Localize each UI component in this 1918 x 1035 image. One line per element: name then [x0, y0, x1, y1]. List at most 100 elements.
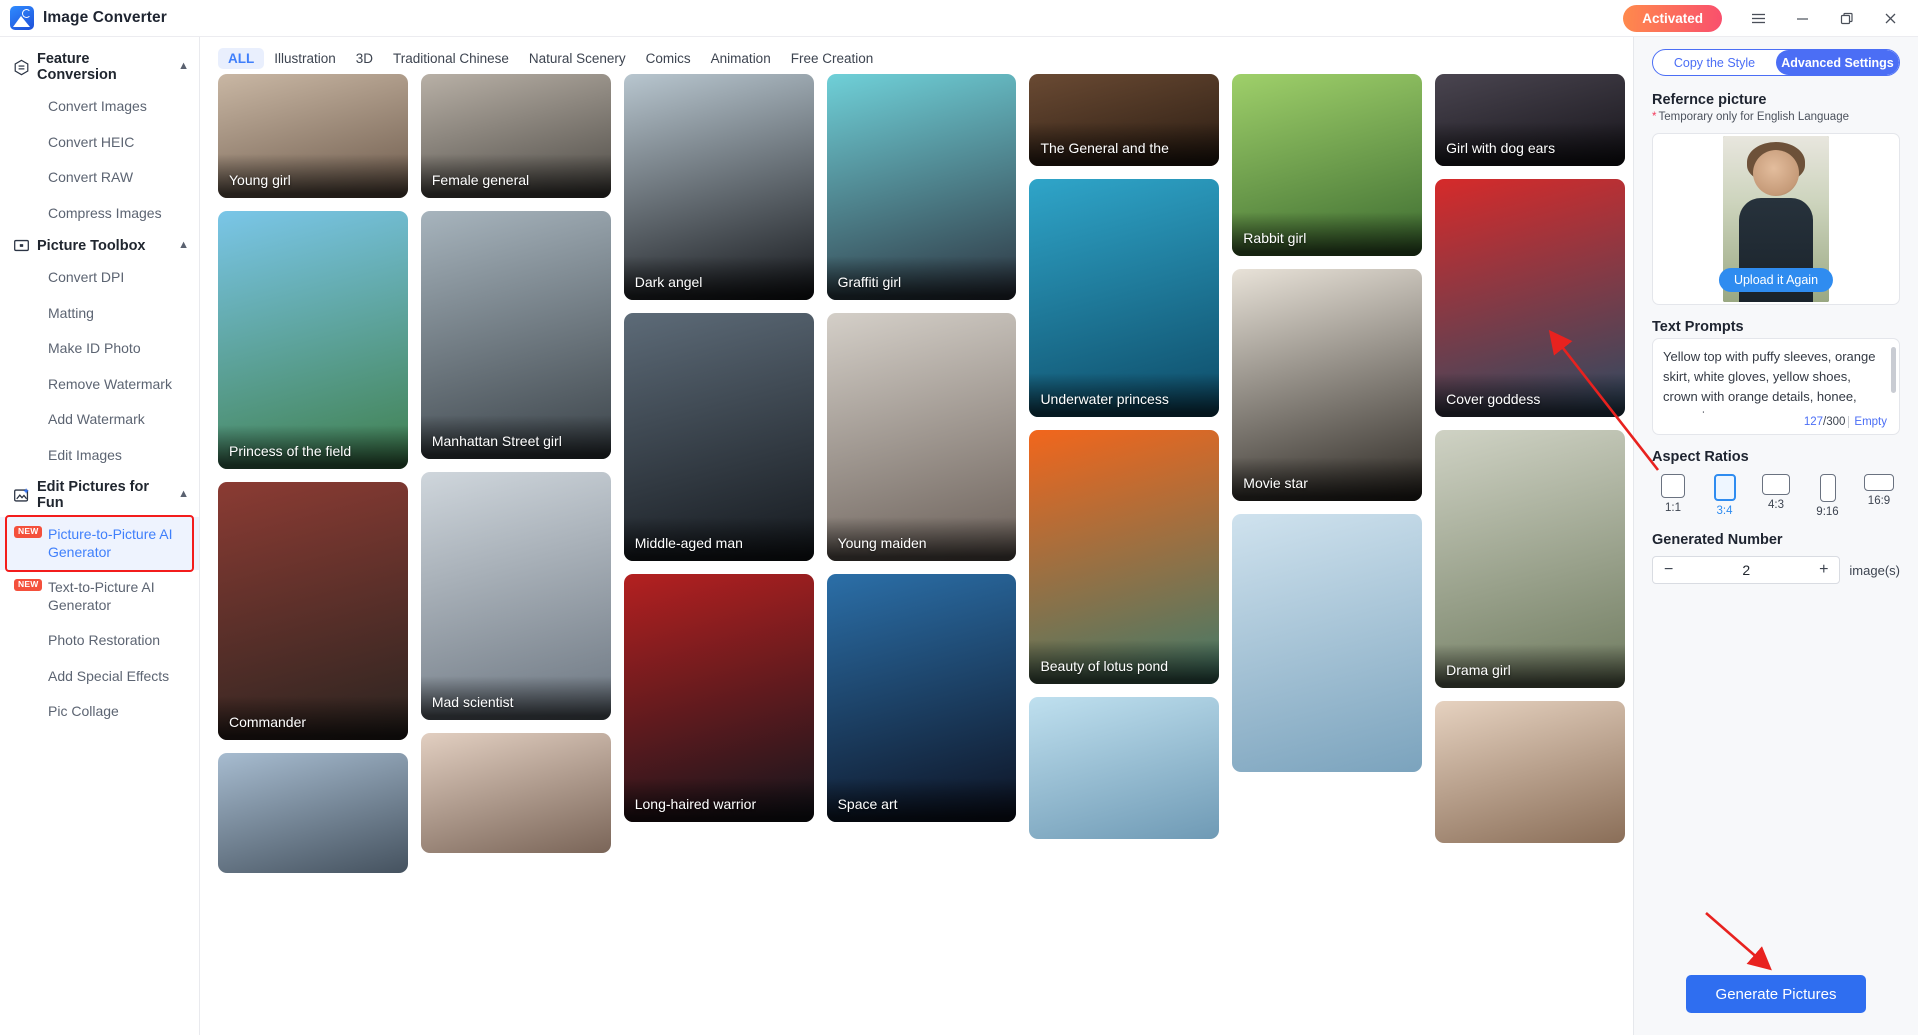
empty-prompt-button[interactable]: Empty: [1848, 416, 1887, 428]
minimize-icon[interactable]: [1780, 0, 1824, 36]
style-card[interactable]: [218, 753, 408, 873]
sidebar-item-label: Text-to-Picture AI Generator: [48, 579, 155, 613]
main-shell: Feature Conversion ▲ Convert Images Convert…: [0, 37, 1918, 1035]
style-card[interactable]: [1029, 697, 1220, 839]
app-logo-area: Image Converter: [0, 6, 167, 30]
aspect-ratio-shape-icon: [1762, 474, 1790, 495]
style-card-princess-of-the-field[interactable]: Princess of the field: [218, 211, 408, 469]
sidebar-item-remove-watermark[interactable]: Remove Watermark: [0, 367, 199, 403]
style-card-manhattan-street-girl[interactable]: Manhattan Street girl: [420, 211, 611, 459]
chevron-up-icon[interactable]: ▲: [178, 488, 189, 500]
style-card-caption: Commander: [218, 696, 408, 740]
aspect-ratio-9-16[interactable]: 9:16: [1807, 474, 1849, 518]
sidebar-item-photo-restoration[interactable]: Photo Restoration: [0, 623, 199, 659]
sidebar-group-feature-conversion[interactable]: Feature Conversion ▲: [0, 45, 199, 89]
style-card-caption: Middle-aged man: [623, 517, 814, 561]
style-card-long-haired-warrior[interactable]: Long-haired warrior: [623, 574, 814, 822]
new-badge: NEW: [14, 526, 43, 538]
style-card-commander[interactable]: Commander: [218, 482, 408, 740]
style-card-caption: Mad scientist: [420, 676, 611, 720]
style-card-young-maiden[interactable]: Young maiden: [826, 313, 1017, 561]
aspect-ratio-3-4[interactable]: 3:4: [1704, 474, 1746, 518]
upload-it-again-button[interactable]: Upload it Again: [1718, 268, 1834, 292]
style-card-dark-angel[interactable]: Dark angel: [623, 74, 814, 300]
hamburger-menu-icon[interactable]: [1736, 0, 1780, 36]
style-card-drama-girl[interactable]: Drama girl: [1435, 430, 1626, 688]
aspect-ratio-4-3[interactable]: 4:3: [1755, 474, 1797, 518]
gallery-column: Female general Manhattan Street girl Mad s…: [420, 74, 611, 1035]
style-card-girl-with-dog-ears[interactable]: Girl with dog ears: [1435, 74, 1626, 166]
aspect-ratios-title: Aspect Ratios: [1652, 449, 1749, 465]
style-card-movie-star[interactable]: Movie star: [1232, 269, 1423, 501]
sidebar-item-convert-images[interactable]: Convert Images: [0, 89, 199, 125]
style-card-mad-scientist[interactable]: Mad scientist: [420, 472, 611, 720]
style-card-beauty-of-lotus-pond[interactable]: Beauty of lotus pond: [1029, 430, 1220, 684]
tab-advanced-settings[interactable]: Advanced Settings: [1776, 50, 1899, 75]
style-card-space-art[interactable]: Space art: [826, 574, 1017, 822]
style-card-cover-goddess[interactable]: Cover goddess: [1435, 179, 1626, 417]
category-tab-all[interactable]: ALL: [218, 47, 265, 69]
aspect-ratio-label: 4:3: [1768, 499, 1784, 511]
style-card-the-general-and-the[interactable]: The General and the: [1029, 74, 1220, 166]
category-tab-animation[interactable]: Animation: [701, 48, 781, 69]
tab-copy-the-style[interactable]: Copy the Style: [1653, 50, 1776, 75]
sidebar-item-convert-heic[interactable]: Convert HEIC: [0, 125, 199, 161]
decrease-quantity-button[interactable]: −: [1664, 562, 1673, 578]
style-card-caption: Long-haired warrior: [623, 778, 814, 822]
category-tab-illustration[interactable]: Illustration: [264, 48, 346, 69]
style-card-graffiti-girl[interactable]: Graffiti girl: [826, 74, 1017, 300]
reference-picture-box[interactable]: Upload it Again: [1652, 133, 1900, 305]
sidebar-item-make-id-photo[interactable]: Make ID Photo: [0, 331, 199, 367]
style-card[interactable]: [420, 733, 611, 853]
sidebar-item-add-special-effects[interactable]: Add Special Effects: [0, 659, 199, 695]
style-card-middle-aged-man[interactable]: Middle-aged man: [623, 313, 814, 561]
style-card-underwater-princess[interactable]: Underwater princess: [1029, 179, 1220, 417]
text-prompt-input[interactable]: Yellow top with puffy sleeves, orange sk…: [1663, 347, 1889, 413]
style-card[interactable]: [1435, 701, 1626, 843]
sidebar-item-add-watermark[interactable]: Add Watermark: [0, 402, 199, 438]
sidebar-item-pic-collage[interactable]: Pic Collage: [0, 694, 199, 730]
maximize-restore-icon[interactable]: [1824, 0, 1868, 36]
style-card-female-general[interactable]: Female general: [420, 74, 611, 198]
activated-button[interactable]: Activated: [1623, 4, 1722, 32]
category-tab-free-creation[interactable]: Free Creation: [781, 48, 884, 69]
panel-mode-tabs: Copy the Style Advanced Settings: [1652, 49, 1900, 76]
style-card-young-girl[interactable]: Young girl: [218, 74, 408, 198]
style-card-thumbnail: [218, 753, 408, 873]
quantity-value[interactable]: 2: [1742, 562, 1750, 578]
sidebar-item-compress-images[interactable]: Compress Images: [0, 196, 199, 232]
category-tab-traditional-chinese[interactable]: Traditional Chinese: [383, 48, 519, 69]
sidebar-group-picture-toolbox[interactable]: Picture Toolbox ▲: [0, 231, 199, 260]
sidebar-item-convert-dpi[interactable]: Convert DPI: [0, 260, 199, 296]
category-tab-3d[interactable]: 3D: [346, 48, 383, 69]
sidebar-group-edit-pictures-for-fun[interactable]: Edit Pictures for Fun ▲: [0, 473, 199, 517]
aspect-ratio-1-1[interactable]: 1:1: [1652, 474, 1694, 518]
close-icon[interactable]: [1868, 0, 1912, 36]
sidebar-item-edit-images[interactable]: Edit Images: [0, 438, 199, 474]
style-card[interactable]: [1232, 514, 1423, 772]
sidebar-item-picture-to-picture-ai-generator[interactable]: NEW Picture-to-Picture AI Generator: [0, 517, 199, 570]
quantity-stepper: − 2 +: [1652, 556, 1841, 584]
chevron-up-icon[interactable]: ▲: [178, 60, 189, 72]
style-card-caption: Beauty of lotus pond: [1029, 640, 1220, 684]
category-tab-natural-scenery[interactable]: Natural Scenery: [519, 48, 636, 69]
sidebar-item-label: Picture-to-Picture AI Generator: [48, 526, 173, 560]
category-tab-comics[interactable]: Comics: [636, 48, 701, 69]
text-prompt-scrollbar[interactable]: [1891, 347, 1896, 393]
style-card-caption: Drama girl: [1435, 644, 1626, 688]
generate-pictures-button[interactable]: Generate Pictures: [1686, 975, 1866, 1013]
character-count: 127: [1803, 416, 1824, 428]
style-card-caption: Young girl: [218, 154, 408, 198]
new-badge: NEW: [14, 579, 43, 591]
aspect-ratio-label: 3:4: [1716, 505, 1733, 517]
chevron-up-icon[interactable]: ▲: [178, 239, 189, 251]
aspect-ratio-16-9[interactable]: 16:9: [1858, 474, 1900, 518]
style-card-rabbit-girl[interactable]: Rabbit girl: [1232, 74, 1423, 256]
category-tabs: ALL Illustration 3D Traditional Chinese Natu…: [200, 42, 1633, 74]
sidebar-item-matting[interactable]: Matting: [0, 296, 199, 332]
reference-picture-title: Refernce picture: [1652, 92, 1767, 108]
increase-quantity-button[interactable]: +: [1819, 562, 1828, 578]
sidebar-item-convert-raw[interactable]: Convert RAW: [0, 160, 199, 196]
text-prompt-footer: 127/300 Empty: [1663, 413, 1889, 430]
sidebar-item-text-to-picture-ai-generator[interactable]: NEW Text-to-Picture AI Generator: [0, 570, 199, 623]
